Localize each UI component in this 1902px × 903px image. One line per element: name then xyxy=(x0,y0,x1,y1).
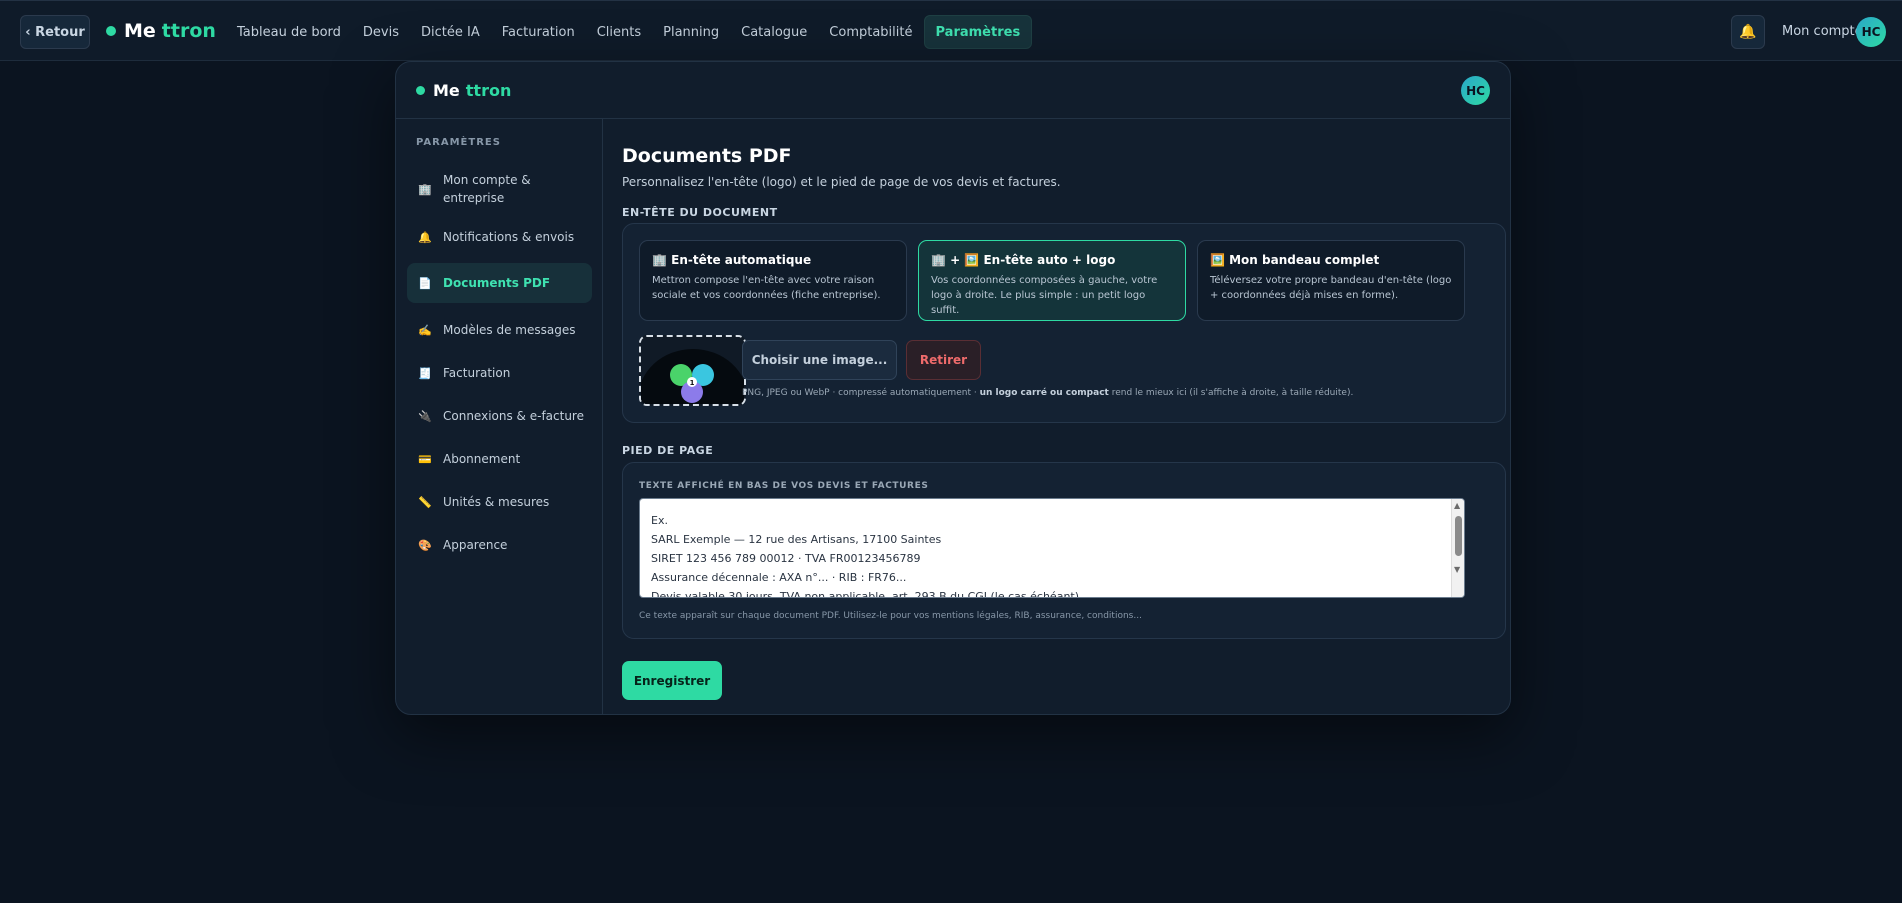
remove-image-button[interactable]: Retirer xyxy=(906,340,981,380)
nav-dashboard[interactable]: Tableau de bord xyxy=(226,15,352,49)
nav-dictee-ia[interactable]: Dictée IA xyxy=(410,15,491,49)
bell-icon: 🔔 xyxy=(418,230,432,244)
palette-icon: 🎨 xyxy=(418,538,432,552)
plug-icon: 🔌 xyxy=(418,409,432,423)
credit-card-icon: 💳 xyxy=(418,452,432,466)
panel-logo: Me ttron xyxy=(416,81,511,100)
ruler-icon: 📏 xyxy=(418,495,432,509)
sidebar-item-facturation[interactable]: 🧾 Facturation xyxy=(407,356,592,390)
sidebar-item-label: Connexions & e-facture xyxy=(443,409,584,423)
option-full-banner[interactable]: 🖼️ Mon bandeau complet Téléversez votre … xyxy=(1197,240,1465,321)
nav-devis[interactable]: Devis xyxy=(352,15,410,49)
upload-hint: PNG, JPEG ou WebP · compressé automatiqu… xyxy=(742,388,1354,398)
footer-placeholder: Ex. SARL Exemple — 12 rue des Artisans, 1… xyxy=(651,514,1083,598)
main-nav: Tableau de bord Devis Dictée IA Facturat… xyxy=(226,15,1033,49)
sidebar-item-label: Unités & mesures xyxy=(443,495,550,509)
scroll-down-icon[interactable]: ▼ xyxy=(1454,565,1460,574)
sidebar-item-label: Mon compte & entreprise xyxy=(443,173,531,205)
option-desc: Mettron compose l'en-tête avec votre rai… xyxy=(652,275,881,301)
panel-avatar[interactable]: HC xyxy=(1461,76,1490,105)
sidebar-title: PARAMÈTRES xyxy=(416,137,501,148)
back-button[interactable]: ‹ Retour xyxy=(20,15,90,49)
logo-preview: 1 xyxy=(639,335,746,406)
nav-clients[interactable]: Clients xyxy=(586,15,652,49)
option-title: 🏢 + 🖼️ En-tête auto + logo xyxy=(931,253,1116,267)
page-title: Documents PDF xyxy=(622,145,792,167)
sidebar-item-label: Abonnement xyxy=(443,452,521,466)
building-icon: 🏢 xyxy=(418,182,432,196)
option-desc: Vos coordonnées composées à gauche, votr… xyxy=(931,275,1158,316)
sidebar-item-connexions[interactable]: 🔌 Connexions & e-facture xyxy=(407,399,592,433)
brand-name-part2: ttron xyxy=(161,20,216,42)
logo-badge: 1 xyxy=(690,379,695,387)
nav-comptabilite[interactable]: Comptabilité xyxy=(818,15,923,49)
sidebar-item-account[interactable]: 🏢 Mon compte & entreprise xyxy=(407,168,592,210)
bell-icon: 🔔 xyxy=(1739,24,1757,40)
option-auto-header-logo[interactable]: 🏢 + 🖼️ En-tête auto + logo Vos coordonné… xyxy=(918,240,1186,321)
header-section-label: EN-TÊTE DU DOCUMENT xyxy=(622,206,778,219)
nav-planning[interactable]: Planning xyxy=(652,15,730,49)
footer-box: TEXTE AFFICHÉ EN BAS DE VOS DEVIS ET FAC… xyxy=(622,462,1506,639)
sidebar-item-documents-pdf[interactable]: 📄 Documents PDF xyxy=(407,263,592,303)
save-button[interactable]: Enregistrer xyxy=(622,661,722,700)
textarea-scrollbar[interactable]: ▲ ▼ xyxy=(1451,499,1464,597)
brand-dot-icon xyxy=(416,86,425,95)
app-logo[interactable]: Me ttron xyxy=(106,20,216,42)
panel-header: Me ttron HC xyxy=(396,62,1510,119)
sidebar-item-label: Documents PDF xyxy=(443,276,551,290)
user-avatar[interactable]: HC xyxy=(1856,17,1886,47)
sidebar-item-apparence[interactable]: 🎨 Apparence xyxy=(407,528,592,562)
scroll-up-icon[interactable]: ▲ xyxy=(1454,501,1460,510)
nav-parametres[interactable]: Paramètres xyxy=(923,15,1033,49)
footer-field-label: TEXTE AFFICHÉ EN BAS DE VOS DEVIS ET FAC… xyxy=(639,481,929,491)
sidebar-item-message-templates[interactable]: ✍️ Modèles de messages xyxy=(407,313,592,347)
settings-content: Documents PDF Personnalisez l'en-tête (l… xyxy=(604,119,1510,714)
sidebar-item-unites[interactable]: 📏 Unités & mesures xyxy=(407,485,592,519)
settings-panel: Me ttron HC PARAMÈTRES 🏢 Mon compte & en… xyxy=(395,61,1511,715)
sidebar-item-notifications[interactable]: 🔔 Notifications & envois xyxy=(407,220,592,254)
sidebar-item-label: Apparence xyxy=(443,538,508,552)
option-auto-header[interactable]: 🏢 En-tête automatique Mettron compose l'… xyxy=(639,240,907,321)
option-title: 🏢 En-tête automatique xyxy=(652,253,812,267)
choose-image-button[interactable]: Choisir une image... xyxy=(742,340,897,380)
document-icon: 📄 xyxy=(418,276,432,290)
nav-catalogue[interactable]: Catalogue xyxy=(730,15,818,49)
logo-image: 1 xyxy=(641,337,744,404)
brand-name-part1: Me xyxy=(433,81,460,100)
sidebar-item-label: Modèles de messages xyxy=(443,323,576,337)
footer-section-label: PIED DE PAGE xyxy=(622,444,714,457)
brand-name-part2: ttron xyxy=(465,81,512,100)
account-link[interactable]: Mon compte xyxy=(1782,24,1863,39)
option-desc: Téléversez votre propre bandeau d'en-têt… xyxy=(1210,275,1452,301)
top-navbar: ‹ Retour Me ttron Tableau de bord Devis … xyxy=(0,0,1902,61)
sidebar-item-label: Notifications & envois xyxy=(443,230,575,244)
sidebar-item-label: Facturation xyxy=(443,366,511,380)
page-subtitle: Personnalisez l'en-tête (logo) et le pie… xyxy=(622,175,1061,189)
brand-name-part1: Me xyxy=(124,20,156,42)
scroll-thumb[interactable] xyxy=(1455,516,1462,556)
brand-dot-icon xyxy=(106,26,116,36)
receipt-icon: 🧾 xyxy=(418,366,432,380)
settings-sidebar: PARAMÈTRES 🏢 Mon compte & entreprise 🔔 N… xyxy=(396,119,603,714)
notifications-button[interactable]: 🔔 xyxy=(1731,15,1765,49)
nav-facturation[interactable]: Facturation xyxy=(491,15,586,49)
sidebar-item-abonnement[interactable]: 💳 Abonnement xyxy=(407,442,592,476)
option-title: 🖼️ Mon bandeau complet xyxy=(1210,253,1380,267)
footer-textarea[interactable]: Ex. SARL Exemple — 12 rue des Artisans, 1… xyxy=(639,498,1465,598)
header-options-box: 🏢 En-tête automatique Mettron compose l'… xyxy=(622,223,1506,423)
writing-hand-icon: ✍️ xyxy=(418,323,432,337)
footer-note: Ce texte apparaît sur chaque document PD… xyxy=(639,611,1142,621)
